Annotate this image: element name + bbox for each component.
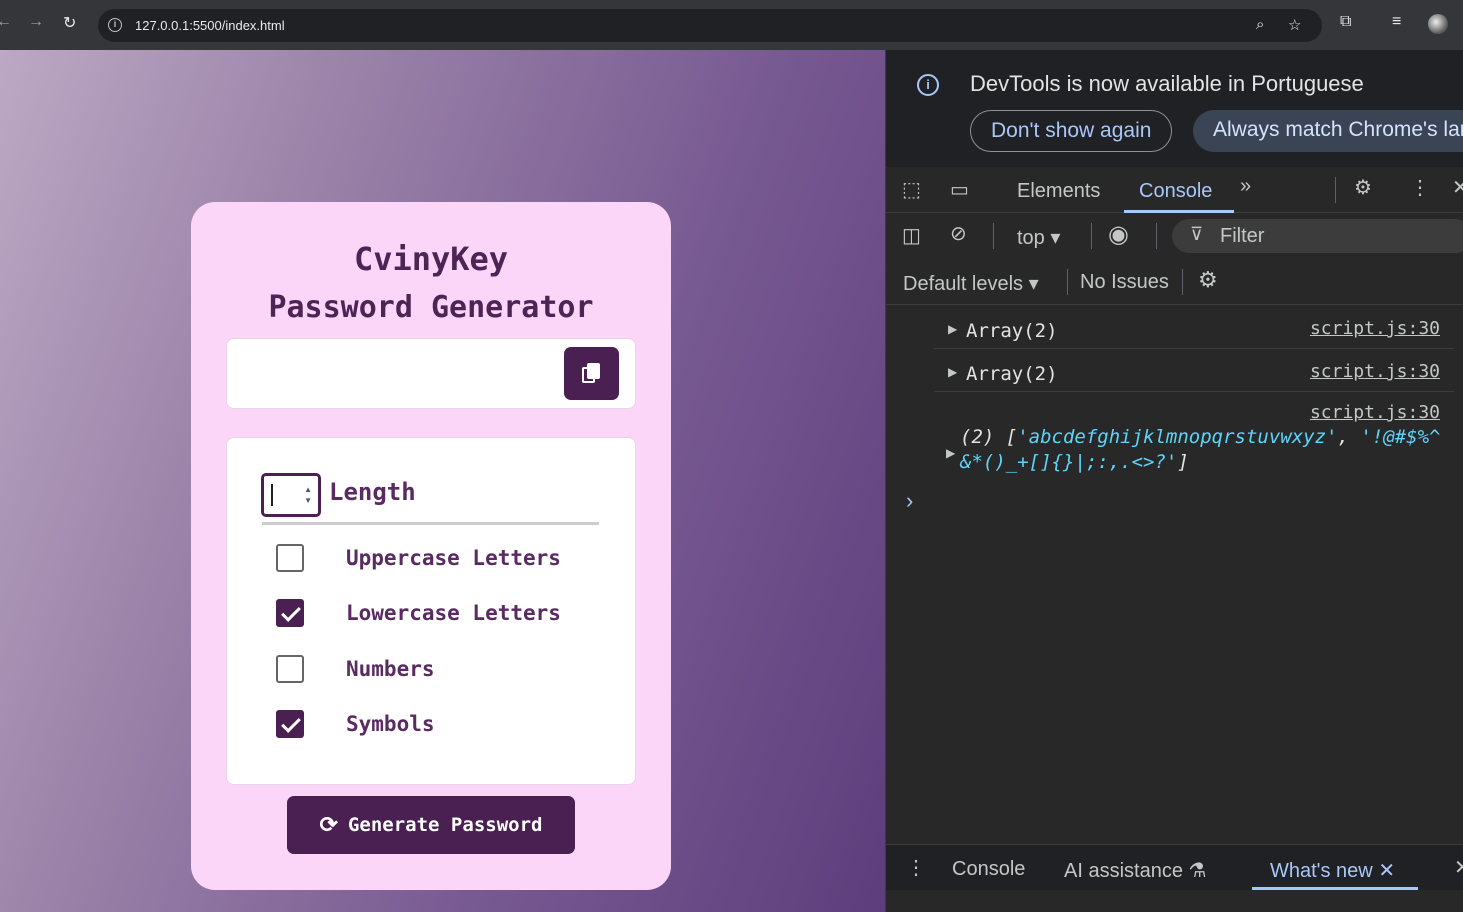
generator-card: CvinyKey Password Generator ▲ ▼ Length Up… [191,202,671,890]
close-devtools-icon[interactable]: ✕ [1452,175,1463,200]
inspect-element-icon[interactable]: ⬚ [902,177,921,202]
issues-button[interactable]: No Issues [1080,271,1169,294]
bookmark-star-icon[interactable]: ☆ [1288,16,1301,34]
refresh-icon: ⟳ [319,812,338,838]
device-toolbar-icon[interactable]: ▭ [950,177,969,202]
option-lowercase[interactable]: Lowercase Letters [276,596,606,630]
console-toolbar: ◫ ⊘ top ▾ ◉ ⊽ Filter [886,213,1463,259]
language-banner: i DevTools is now available in Portugues… [886,50,1463,167]
spinner-icon[interactable]: ▲ ▼ [304,484,312,506]
more-tabs-icon[interactable]: » [1240,175,1251,198]
live-expression-eye-icon[interactable]: ◉ [1108,220,1129,249]
console-settings-icon[interactable]: ⚙ [1198,267,1218,293]
length-label: Length [329,478,416,506]
devtools-panel: i DevTools is now available in Portugues… [885,50,1463,912]
expand-icon[interactable]: ▶ [948,365,957,379]
more-options-icon[interactable]: ⋮ [1410,175,1430,200]
filter-icon: ⊽ [1190,224,1204,244]
log-array-line-1: (2) ['abcdefghijklmnopqrstuvwxyz', '!@#$… [960,426,1441,448]
flask-icon: ⚗ [1188,860,1207,882]
context-select[interactable]: top ▾ [1017,225,1060,250]
copy-button[interactable] [564,347,619,400]
generate-label: Generate Password [347,814,543,836]
console-prompt-icon[interactable]: › [906,488,913,514]
url-text[interactable]: 127.0.0.1:5500/index.html [135,18,285,33]
sidebar-toggle-icon[interactable]: ◫ [902,223,921,248]
drawer-tab-ai-assistance[interactable]: AI assistance ⚗ [1064,858,1206,883]
generate-button[interactable]: ⟳ Generate Password [287,796,575,854]
password-output[interactable] [226,338,636,409]
log-source-link[interactable]: script.js:30 [1310,361,1440,382]
always-match-button[interactable]: Always match Chrome's lar [1193,110,1463,152]
clear-console-icon[interactable]: ⊘ [950,221,967,246]
option-label: Symbols [346,712,435,736]
forward-icon[interactable]: → [28,13,44,31]
extensions-icon[interactable]: ⧉ [1340,13,1351,31]
lowercase-checkbox[interactable] [276,599,304,627]
tab-elements[interactable]: Elements [1017,180,1100,203]
settings-icon[interactable]: ⚙ [1354,175,1372,200]
tab-console[interactable]: Console [1139,180,1212,203]
address-bar[interactable]: i 127.0.0.1:5500/index.html ⌕ ☆ [98,9,1322,42]
active-drawer-indicator [1252,887,1418,890]
drawer-menu-icon[interactable]: ⋮ [906,855,926,880]
dont-show-again-button[interactable]: Don't show again [970,110,1173,152]
console-log-entry[interactable]: ▶ Array(2) script.js:30 [934,350,1454,392]
filter-placeholder: Filter [1220,225,1265,247]
log-text: Array(2) [966,320,1058,342]
close-tab-icon[interactable]: ✕ [1378,860,1395,882]
option-symbols[interactable]: Symbols [276,707,606,741]
app-title: CvinyKey [353,240,509,278]
symbols-checkbox[interactable] [276,710,304,738]
bottom-drawer: ⋮ Console AI assistance ⚗ What's new ✕ ✕ [886,844,1463,890]
app-subtitle: Password Generator [268,290,594,325]
expand-icon[interactable]: ▶ [946,446,955,460]
option-uppercase[interactable]: Uppercase Letters [276,541,606,575]
zoom-icon[interactable]: ⌕ [1256,16,1264,33]
media-icon[interactable]: ≡ [1392,13,1401,31]
devtools-tabs: ⬚ ▭ Elements Console » ⚙ ⋮ ✕ [886,167,1463,213]
expand-icon[interactable]: ▶ [948,322,957,336]
close-drawer-icon[interactable]: ✕ [1454,855,1463,880]
console-log-entry[interactable]: ▶ Array(2) script.js:30 [934,307,1454,349]
drawer-tab-console[interactable]: Console [952,858,1025,881]
levels-value: Default levels [903,273,1024,295]
drawer-tab-whats-new[interactable]: What's new ✕ [1270,858,1395,883]
divider [262,522,599,525]
length-input[interactable]: ▲ ▼ [261,473,321,517]
context-value: top [1017,227,1045,249]
banner-message: DevTools is now available in Portuguese [970,71,1364,96]
option-label: Uppercase Letters [346,546,561,570]
levels-dropdown[interactable]: Default levels ▾ [903,271,1039,296]
page-viewport: CvinyKey Password Generator ▲ ▼ Length Up… [0,50,885,912]
log-array-line-2: &*()_+[]{}|;:,.<>?'] [960,451,1189,473]
filter-input[interactable]: ⊽ Filter [1172,219,1463,253]
numbers-checkbox[interactable] [276,655,304,683]
reload-icon[interactable]: ↻ [63,13,76,33]
log-text: Array(2) [966,363,1058,385]
options-panel: ▲ ▼ Length Uppercase Letters Lowercase Le… [226,437,636,785]
option-numbers[interactable]: Numbers [276,652,606,686]
site-info-icon[interactable]: i [108,18,122,32]
uppercase-checkbox[interactable] [276,544,304,572]
profile-avatar[interactable] [1428,14,1448,34]
console-levels-bar: Default levels ▾ No Issues ⚙ [886,259,1463,305]
info-icon: i [917,74,939,96]
option-label: Lowercase Letters [346,601,561,625]
browser-toolbar: ← → ↻ i 127.0.0.1:5500/index.html ⌕ ☆ ⧉ … [0,0,1463,50]
back-icon[interactable]: ← [0,13,12,31]
log-source-link[interactable]: script.js:30 [1310,318,1440,339]
option-label: Numbers [346,657,435,681]
log-source-link[interactable]: script.js:30 [1310,402,1440,423]
copy-icon [581,362,602,385]
